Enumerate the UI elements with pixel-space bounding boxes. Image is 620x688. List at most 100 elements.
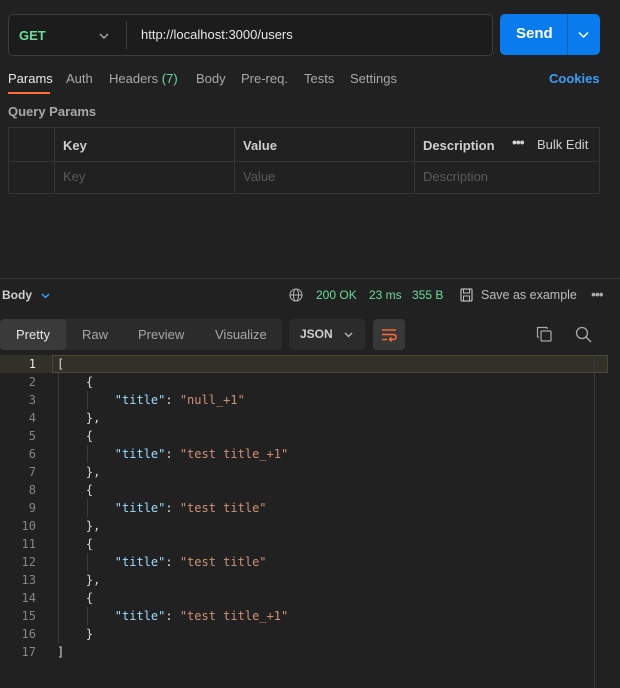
column-header-key: Key	[63, 138, 87, 153]
response-size[interactable]: 355 B	[412, 288, 443, 302]
code-line: 6 "title": "test title_+1"	[0, 445, 608, 463]
indent-guide	[87, 499, 88, 517]
code-line: 10 },	[0, 517, 608, 535]
json-key: "title"	[114, 555, 166, 569]
code-text: [	[57, 357, 65, 371]
wrap-icon	[382, 329, 397, 342]
code-line: 2 {	[0, 373, 608, 391]
tab-preview[interactable]: Preview	[138, 327, 184, 342]
line-number: 6	[28, 447, 36, 461]
indent-guide	[87, 607, 88, 625]
line-number: 15	[21, 609, 36, 623]
code-text: "title": "test title_+1"	[114, 609, 289, 623]
headers-count: (7)	[161, 71, 178, 86]
response-divider	[0, 278, 620, 279]
chevron-down-icon[interactable]	[40, 290, 51, 301]
url-divider	[126, 21, 127, 49]
tab-headers-label: Headers	[109, 71, 159, 86]
code-text: "title": "test title"	[114, 555, 267, 569]
line-number: 12	[21, 555, 36, 569]
json-value: "test title_+1"	[179, 447, 289, 461]
tab-tests[interactable]: Tests	[304, 71, 334, 86]
value-input[interactable]: Value	[243, 169, 275, 184]
json-key: "title"	[114, 609, 166, 623]
response-time[interactable]: 23 ms	[369, 288, 402, 302]
tab-pretty[interactable]: Pretty	[16, 327, 50, 342]
response-body-label[interactable]: Body	[2, 288, 32, 302]
cookies-link[interactable]: Cookies	[549, 71, 600, 86]
json-value: "test title"	[179, 501, 267, 515]
query-params-title: Query Params	[8, 104, 97, 119]
bulk-edit-button[interactable]: Bulk Edit	[537, 137, 588, 152]
code-line: 12 "title": "test title"	[0, 553, 608, 571]
current-line-highlight	[52, 355, 608, 373]
table-row-divider	[9, 161, 599, 162]
json-value: "test title_+1"	[179, 609, 289, 623]
more-icon[interactable]: •••	[512, 134, 525, 150]
code-line: 3 "title": "null_+1"	[0, 391, 608, 409]
code-text: {	[57, 537, 94, 551]
send-label: Send	[516, 25, 553, 42]
code-text: },	[57, 573, 101, 587]
code-text: },	[57, 519, 101, 533]
chevron-down-icon	[344, 332, 353, 338]
code-text: ]	[57, 645, 65, 659]
response-code-viewer[interactable]: 1[2 {3 "title": "null_+1" 4 }, 5 {6 "title…	[0, 355, 608, 661]
search-icon[interactable]	[575, 326, 592, 343]
line-number: 16	[21, 627, 36, 641]
tab-pre-request[interactable]: Pre-req.	[241, 71, 288, 86]
url-input[interactable]: http://localhost:3000/users	[141, 27, 293, 42]
view-mode-tabs: Pretty Raw Preview Visualize	[0, 319, 282, 350]
code-text: {	[57, 375, 94, 389]
code-line: 15 "title": "test title_+1"	[0, 607, 608, 625]
format-label: JSON	[300, 327, 333, 341]
code-text: {	[57, 429, 94, 443]
json-key: "title"	[114, 393, 166, 407]
line-number: 9	[28, 501, 36, 515]
status-badge[interactable]: 200 OK	[316, 288, 357, 302]
send-divider	[567, 14, 568, 55]
code-line: 9 "title": "test title"	[0, 499, 608, 517]
send-button[interactable]: Send	[500, 14, 600, 55]
scrollbar[interactable]	[594, 355, 595, 688]
tab-visualize[interactable]: Visualize	[215, 327, 267, 342]
code-line: 5 {	[0, 427, 608, 445]
tab-headers[interactable]: Headers (7)	[109, 71, 178, 86]
url-bar: GET http://localhost:3000/users	[8, 14, 493, 56]
line-number: 3	[28, 393, 36, 407]
code-line: 14 {	[0, 589, 608, 607]
description-input[interactable]: Description	[423, 169, 488, 184]
format-select[interactable]: JSON	[289, 319, 365, 350]
tab-auth[interactable]: Auth	[66, 71, 93, 86]
save-icon[interactable]	[460, 288, 473, 302]
json-value: "test title"	[179, 555, 267, 569]
line-number: 8	[28, 483, 36, 497]
line-number: 14	[21, 591, 36, 605]
more-icon[interactable]: •••	[591, 286, 604, 302]
params-table: Key Value Description ••• Bulk Edit Key …	[8, 127, 600, 194]
code-text: "title": "test title_+1"	[114, 447, 289, 461]
method-select[interactable]: GET	[19, 28, 46, 43]
line-number: 5	[28, 429, 36, 443]
line-number: 17	[21, 645, 36, 659]
code-text: {	[57, 591, 94, 605]
save-as-example-button[interactable]: Save as example	[481, 288, 577, 302]
line-number: 11	[21, 537, 36, 551]
code-text: },	[57, 465, 101, 479]
json-key: "title"	[114, 501, 166, 515]
json-value: "null_+1"	[179, 393, 245, 407]
code-text: "title": "test title"	[114, 501, 267, 515]
code-text: }	[57, 627, 94, 641]
tab-settings[interactable]: Settings	[350, 71, 397, 86]
tab-params[interactable]: Params	[8, 71, 53, 86]
tab-body[interactable]: Body	[196, 71, 226, 86]
copy-icon[interactable]	[536, 326, 552, 342]
tab-raw[interactable]: Raw	[82, 327, 108, 342]
globe-icon[interactable]	[289, 288, 303, 302]
chevron-down-icon[interactable]	[577, 28, 590, 41]
wrap-lines-button[interactable]	[373, 319, 405, 350]
column-header-value: Value	[243, 138, 277, 153]
key-input[interactable]: Key	[63, 169, 85, 184]
line-number: 1	[28, 357, 36, 371]
chevron-down-icon[interactable]	[98, 30, 110, 42]
